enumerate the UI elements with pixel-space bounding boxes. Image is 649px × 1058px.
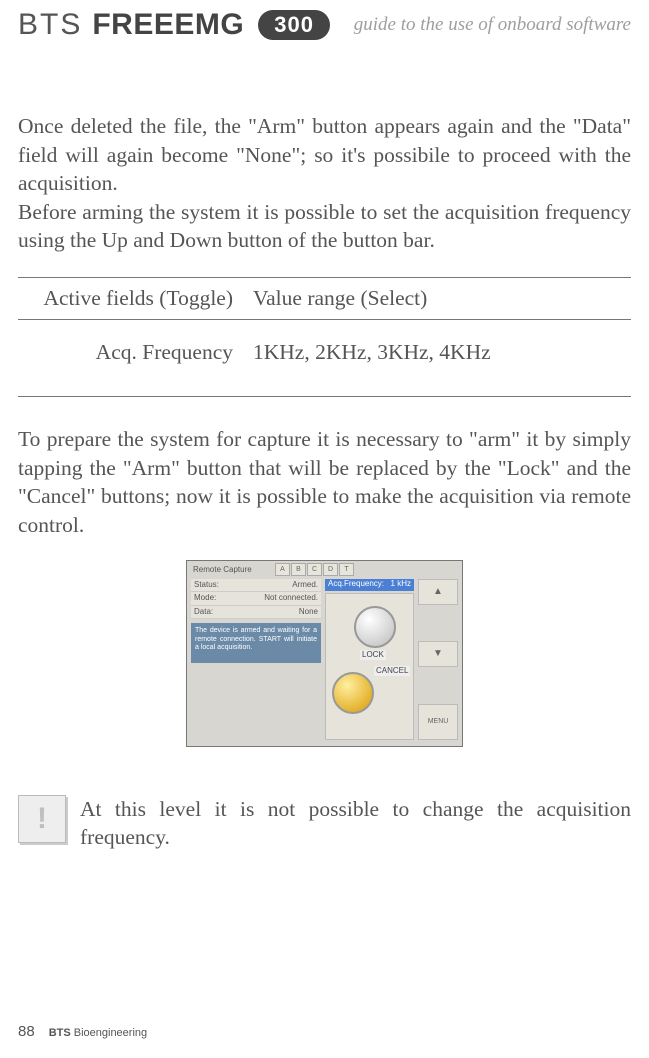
note-text: At this level it is not possible to chan… [80, 795, 631, 852]
logo: BTS FREEEMG 300 [18, 8, 330, 42]
ss-acq-value: 1 kHz [391, 579, 411, 590]
ss-window-title: Remote Capture [193, 565, 252, 576]
page-number: 88 [18, 1023, 35, 1040]
ss-tab: D [323, 563, 338, 576]
ss-info-message: The device is armed and waiting for a re… [191, 623, 321, 663]
cancel-button-icon [332, 672, 374, 714]
table-row: Acq. Frequency 1KHz, 2KHz, 3KHz, 4KHz [18, 319, 631, 398]
lock-label: LOCK [360, 650, 386, 661]
brand-main: FREEEMG [92, 8, 244, 42]
paragraph-1: Once deleted the file, the "Arm" button … [18, 112, 631, 198]
header-subtitle: guide to the use of onboard software [354, 14, 631, 36]
brand-badge: 300 [258, 10, 330, 40]
device-screenshot: Remote Capture A B C D T Status: Armed. M… [186, 560, 463, 747]
info-icon: ! [18, 795, 66, 843]
paragraph-3: To prepare the system for capture it is … [18, 425, 631, 539]
ss-data-label: Data: [194, 607, 213, 618]
ss-mode-value: Not connected. [264, 593, 318, 604]
note-block: ! At this level it is not possible to ch… [18, 795, 631, 852]
page-footer: 88 BTS Bioengineering [18, 1023, 147, 1040]
table-cell-values: 1KHz, 2KHz, 3KHz, 4KHz [253, 338, 631, 367]
down-arrow-icon: ▼ [418, 641, 458, 667]
lock-button-icon [354, 606, 396, 648]
table-head-select: Value range (Select) [253, 284, 631, 313]
ss-tabs: A B C D T [275, 563, 354, 576]
table-header-row: Active fields (Toggle) Value range (Sele… [18, 277, 631, 319]
ss-tab: A [275, 563, 290, 576]
menu-button: MENU [418, 704, 458, 740]
paragraph-2: Before arming the system it is possible … [18, 198, 631, 255]
ss-status-label: Status: [194, 580, 219, 591]
ss-tab: C [307, 563, 322, 576]
ss-tab: B [291, 563, 306, 576]
up-arrow-icon: ▲ [418, 579, 458, 605]
table-cell-field: Acq. Frequency [18, 338, 253, 367]
ss-acq-frequency-bar: Acq.Frequency: 1 kHz [325, 579, 414, 591]
body-text: Once deleted the file, the "Arm" button … [18, 112, 631, 852]
ss-status-panel: Status: Armed. Mode: Not connected. Data: N… [191, 579, 321, 664]
cancel-label: CANCEL [374, 666, 410, 677]
brand-prefix: BTS [18, 8, 82, 42]
ss-side-controls: ▲ ▼ MENU [418, 579, 458, 740]
page-header: BTS FREEEMG 300 guide to the use of onbo… [18, 8, 631, 42]
settings-table: Active fields (Toggle) Value range (Sele… [18, 277, 631, 397]
ss-tab: T [339, 563, 354, 576]
ss-status-value: Armed. [292, 580, 318, 591]
ss-data-value: None [299, 607, 318, 618]
table-head-toggle: Active fields (Toggle) [18, 284, 253, 313]
ss-mode-label: Mode: [194, 593, 216, 604]
ss-acq-label: Acq.Frequency: [328, 579, 384, 590]
ss-button-area: LOCK CANCEL [325, 593, 414, 740]
footer-brand: BTS Bioengineering [49, 1027, 147, 1039]
